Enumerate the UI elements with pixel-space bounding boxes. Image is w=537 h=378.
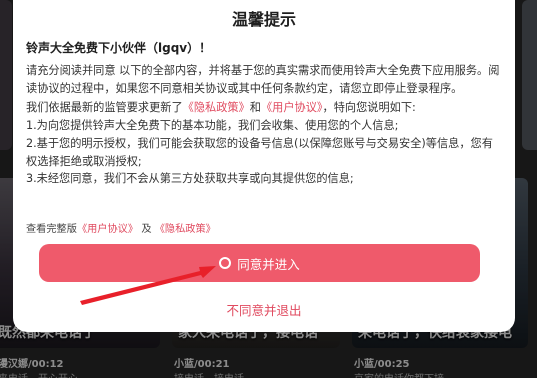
radio-circle-icon bbox=[219, 257, 232, 269]
user-agreement-link-bottom[interactable]: 《用户协议》 bbox=[77, 224, 138, 235]
and-text: 和 bbox=[249, 101, 261, 115]
privacy-policy-link-bottom[interactable]: 《隐私政策》 bbox=[155, 224, 216, 235]
terms-item-2: 2.基于您的明示授权，我们可能会获取您的设备号信息(以保障您账号与交易安全)等信… bbox=[26, 136, 493, 168]
terms-item-1: 1.为向您提供铃声大全免费下的基本功能，我们会收集、使用您的个人信息; bbox=[26, 119, 399, 133]
terms-item-3: 3.未经您同意，我们不会从第三方处获取共享或向其提供您的信息; bbox=[26, 172, 354, 186]
user-agreement-link[interactable]: 《用户协议》 bbox=[261, 101, 323, 114]
dialog-title: 温馨提示 bbox=[231, 10, 296, 29]
view-full-label: 查看完整版 bbox=[26, 224, 77, 235]
update-prefix: 我们依据最新的监管要求更新了 bbox=[26, 101, 183, 115]
agree-button[interactable]: 同意并进入 bbox=[39, 244, 480, 282]
update-suffix: ，特向您说明如下: bbox=[322, 101, 416, 115]
decline-button[interactable]: 不同意并退出 bbox=[13, 300, 515, 319]
full-version-line: 查看完整版《用户协议》 及 《隐私政策》 bbox=[26, 220, 216, 235]
and-label: 及 bbox=[141, 224, 152, 235]
update-paragraph: 我们依据最新的监管要求更新了《隐私政策》和《用户协议》，特向您说明如下: bbox=[26, 99, 503, 117]
privacy-dialog: 温馨提示 铃声大全免费下小伙伴（lgqv）！ 请充分阅读并同意 以下的全部内容，… bbox=[13, 0, 515, 332]
intro-paragraph: 请充分阅读并同意 以下的全部内容，并将基于您的真实需求而使用铃声大全免费下应用服… bbox=[26, 64, 500, 95]
privacy-policy-link[interactable]: 《隐私政策》 bbox=[183, 101, 250, 114]
dialog-greeting: 铃声大全免费下小伙伴（lgqv）！ bbox=[26, 41, 212, 55]
agree-button-label: 同意并进入 bbox=[237, 256, 300, 272]
dialog-body: 请充分阅读并同意 以下的全部内容，并将基于您的真实需求而使用铃声大全免费下应用服… bbox=[26, 62, 503, 188]
